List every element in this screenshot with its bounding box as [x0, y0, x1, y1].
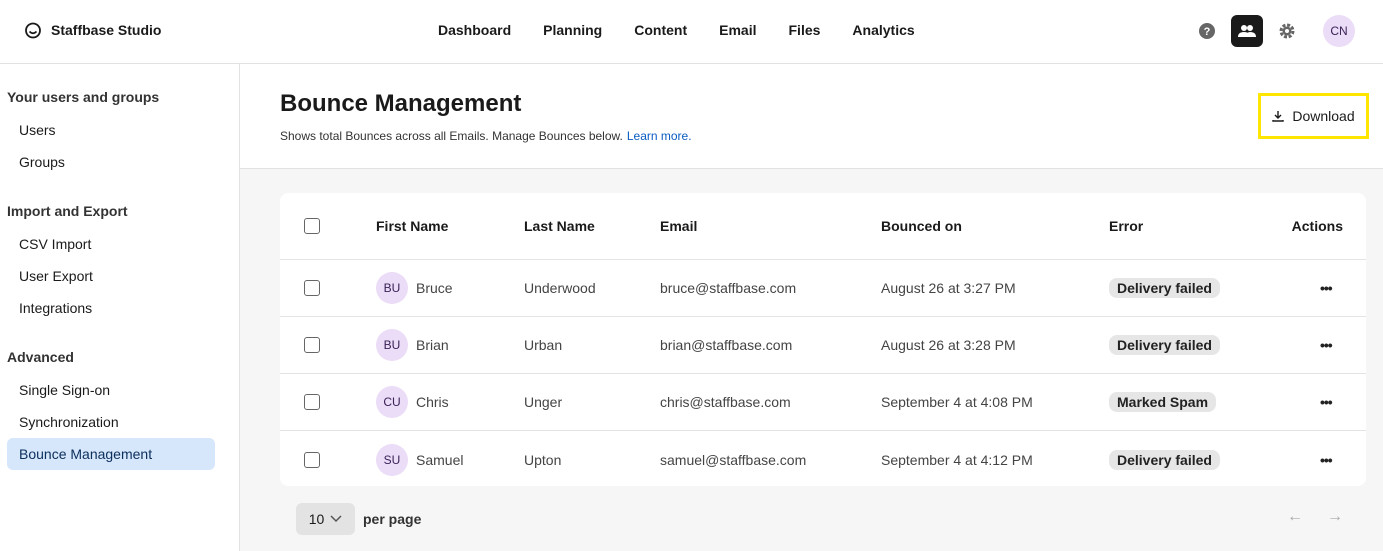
app-name: Staffbase Studio	[51, 22, 162, 38]
nav-email[interactable]: Email	[719, 22, 756, 38]
table-row[interactable]: BU Bruce Underwood bruce@staffbase.com A…	[280, 260, 1366, 317]
chevron-down-icon	[330, 515, 342, 523]
next-page-arrow-icon[interactable]: →	[1327, 508, 1343, 526]
users-icon[interactable]	[1231, 15, 1263, 47]
column-actions: Actions	[1291, 218, 1343, 234]
error-badge: Marked Spam	[1109, 392, 1217, 412]
row-checkbox[interactable]	[304, 280, 320, 296]
column-first-name[interactable]: First Name	[376, 218, 448, 234]
page-subtitle: Shows total Bounces across all Emails. M…	[280, 129, 692, 143]
bounced-on: September 4 at 4:12 PM	[881, 451, 1033, 468]
sidebar: Your users and groups Users Groups Impor…	[0, 64, 240, 551]
select-all-checkbox[interactable]	[304, 218, 320, 234]
nav-planning[interactable]: Planning	[543, 22, 602, 38]
svg-text:?: ?	[1204, 26, 1211, 38]
more-actions-icon[interactable]: •••	[1320, 337, 1333, 353]
sidebar-item-groups[interactable]: Groups	[7, 146, 215, 178]
top-bar: Staffbase Studio Dashboard Planning Cont…	[0, 0, 1383, 64]
first-name: Chris	[416, 394, 449, 410]
main-nav: Dashboard Planning Content Email Files A…	[438, 22, 915, 38]
column-error[interactable]: Error	[1109, 218, 1143, 234]
email: bruce@staffbase.com	[660, 280, 797, 296]
user-initials-avatar: BU	[376, 329, 408, 361]
error-badge: Delivery failed	[1109, 449, 1220, 470]
per-page-select[interactable]: 10	[296, 503, 355, 535]
bounced-on: August 26 at 3:28 PM	[881, 337, 1016, 353]
sidebar-item-csv-import[interactable]: CSV Import	[7, 228, 215, 260]
first-name: Brian	[416, 337, 449, 353]
main-content: Bounce Management Shows total Bounces ac…	[240, 64, 1383, 551]
app-logo[interactable]: Staffbase Studio	[24, 21, 161, 39]
more-actions-icon[interactable]: •••	[1320, 452, 1333, 468]
staffbase-logo-icon	[25, 22, 41, 39]
download-label: Download	[1292, 108, 1355, 124]
row-checkbox[interactable]	[304, 337, 320, 353]
sidebar-section-import-export: Import and Export	[7, 203, 128, 219]
nav-content[interactable]: Content	[634, 22, 687, 38]
user-initials-avatar: BU	[376, 272, 408, 304]
first-name: Bruce	[416, 280, 453, 296]
bounces-table: First Name Last Name Email Bounced on Er…	[280, 193, 1366, 486]
row-checkbox[interactable]	[304, 451, 320, 468]
bounced-on: August 26 at 3:27 PM	[881, 280, 1016, 296]
user-avatar[interactable]: CN	[1323, 15, 1355, 47]
table-header-row: First Name Last Name Email Bounced on Er…	[280, 193, 1366, 260]
sidebar-item-users[interactable]: Users	[7, 114, 215, 146]
error-badge: Delivery failed	[1109, 335, 1220, 355]
first-name: Samuel	[416, 451, 464, 468]
nav-analytics[interactable]: Analytics	[852, 22, 914, 38]
user-initials-avatar: SU	[376, 443, 408, 476]
per-page-label: per page	[363, 511, 422, 527]
more-actions-icon[interactable]: •••	[1320, 394, 1333, 410]
sidebar-item-user-export[interactable]: User Export	[7, 260, 215, 292]
learn-more-link[interactable]: Learn more.	[627, 129, 692, 143]
last-name: Underwood	[524, 280, 596, 296]
page-header: Bounce Management Shows total Bounces ac…	[240, 64, 1383, 169]
download-button[interactable]: Download	[1258, 93, 1369, 139]
last-name: Unger	[524, 394, 563, 410]
sidebar-section-advanced: Advanced	[7, 349, 74, 365]
prev-page-arrow-icon[interactable]: ←	[1287, 508, 1303, 526]
column-last-name[interactable]: Last Name	[524, 218, 595, 234]
table-row[interactable]: CU Chris Unger chris@staffbase.com Septe…	[280, 374, 1366, 431]
error-badge: Delivery failed	[1109, 278, 1220, 298]
last-name: Upton	[524, 451, 562, 468]
table-row[interactable]: SU Samuel Upton samuel@staffbase.com Sep…	[280, 431, 1366, 488]
sidebar-item-synchronization[interactable]: Synchronization	[7, 406, 215, 438]
sidebar-item-integrations[interactable]: Integrations	[7, 292, 215, 324]
last-name: Urban	[524, 337, 563, 353]
subtitle-text: Shows total Bounces across all Emails. M…	[280, 129, 623, 143]
row-checkbox[interactable]	[304, 394, 320, 410]
column-email[interactable]: Email	[660, 218, 697, 234]
more-actions-icon[interactable]: •••	[1320, 280, 1333, 296]
sidebar-item-single-sign-on[interactable]: Single Sign-on	[7, 374, 215, 406]
download-icon	[1272, 111, 1285, 122]
sidebar-section-users-groups: Your users and groups	[7, 89, 160, 105]
page-title: Bounce Management	[280, 90, 522, 117]
help-icon[interactable]: ?	[1191, 15, 1223, 47]
gear-icon[interactable]	[1271, 15, 1303, 47]
column-bounced-on[interactable]: Bounced on	[881, 218, 962, 234]
user-initials-avatar: CU	[376, 386, 408, 418]
sidebar-item-bounce-management[interactable]: Bounce Management	[7, 438, 215, 470]
email: chris@staffbase.com	[660, 394, 791, 410]
email: brian@staffbase.com	[660, 337, 793, 353]
bounced-on: September 4 at 4:08 PM	[881, 394, 1033, 410]
table-row[interactable]: BU Brian Urban brian@staffbase.com Augus…	[280, 317, 1366, 374]
nav-dashboard[interactable]: Dashboard	[438, 22, 511, 38]
nav-files[interactable]: Files	[789, 22, 821, 38]
per-page-value: 10	[308, 511, 325, 527]
email: samuel@staffbase.com	[660, 451, 807, 468]
